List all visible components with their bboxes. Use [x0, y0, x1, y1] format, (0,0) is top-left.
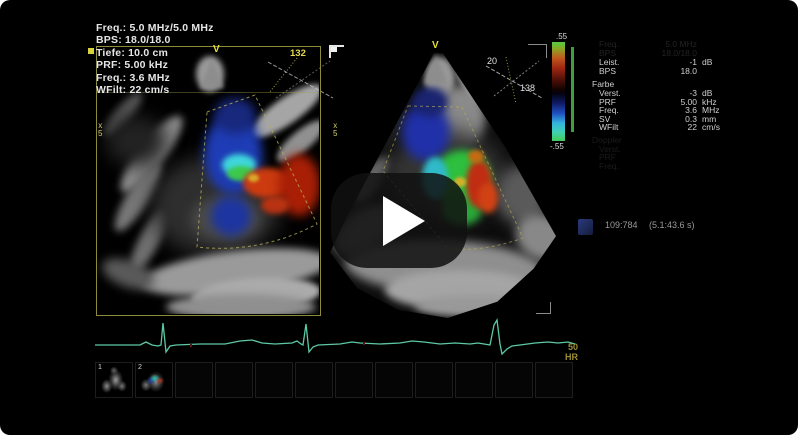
- param-row-dim: Verst.: [592, 145, 752, 154]
- param-label: BPS: [592, 49, 647, 58]
- tissue-blob: [415, 295, 535, 317]
- depth-marker-value: 5: [98, 130, 102, 138]
- active-image-indicator: [88, 48, 94, 54]
- right-orientation-marker: V: [432, 40, 439, 51]
- right-caliper-line-yellow: [506, 57, 516, 104]
- orientation-flag-icon: [329, 45, 344, 58]
- thumbnail-number: 1: [98, 364, 102, 371]
- right-image-corner-bracket-top: [528, 44, 547, 58]
- empty-clip-slot: [495, 362, 533, 398]
- param-row-leist: Leist. -1 dB: [592, 58, 752, 67]
- frame-counter: 109:784: [605, 220, 638, 230]
- depth-marker-value: 5: [333, 130, 337, 138]
- left-caliper-label: 132: [290, 48, 306, 59]
- clip-time-range: (5.1:43.6 s): [649, 220, 695, 230]
- param-value: [647, 145, 697, 154]
- param-value: 18.0/18.0: [647, 49, 697, 58]
- param-value: 22: [647, 123, 697, 132]
- left-orientation-marker: V: [213, 44, 220, 55]
- ecg-marker-tick: [190, 344, 192, 347]
- param-row-wfilt: WFilt 22 cm/s: [592, 123, 752, 132]
- param-row-freq: Freq. 3.6 MHz: [592, 106, 752, 115]
- doppler-flow-orange: [468, 150, 484, 163]
- hr-label: HR: [556, 352, 578, 362]
- gain-bar: [571, 47, 574, 132]
- colorbar-min-label: -.55: [550, 142, 564, 151]
- empty-clip-slot: [375, 362, 413, 398]
- colorbar-max-label: .55: [556, 32, 567, 41]
- play-button[interactable]: [331, 173, 467, 268]
- empty-clip-slot: [215, 362, 253, 398]
- empty-clip-slot: [175, 362, 213, 398]
- param-row-verst: Verst. -3 dB: [592, 89, 752, 98]
- param-line-bps: BPS: 18.0/18.0: [96, 34, 214, 46]
- param-unit: dB: [697, 58, 712, 67]
- param-row-dim: Freq.: [592, 162, 752, 171]
- right-caliper-label-a: 20: [487, 56, 497, 66]
- left-parameter-block: Freq.: 5.0 MHz/5.0 MHz BPS: 18.0/18.0 Ti…: [96, 22, 214, 96]
- empty-clip-slot: [255, 362, 293, 398]
- clip-thumbnail-2[interactable]: 2: [135, 362, 173, 398]
- right-caliper-label-b: 138: [520, 83, 535, 93]
- param-value: [647, 162, 697, 171]
- empty-clip-slot: [335, 362, 373, 398]
- param-row-bps: BPS 18.0: [592, 67, 752, 76]
- doppler-colorbar: [552, 42, 565, 141]
- param-label: Freq.: [592, 162, 647, 171]
- right-depth-marker: x 5: [333, 122, 337, 138]
- empty-clip-slot: [415, 362, 453, 398]
- ecg-waveform: [95, 320, 575, 354]
- empty-clip-slot: [455, 362, 493, 398]
- empty-clip-slot: [295, 362, 333, 398]
- param-unit: [697, 40, 702, 49]
- param-line-freq: Freq.: 5.0 MHz/5.0 MHz: [96, 22, 214, 34]
- right-sector-apex: [424, 54, 448, 84]
- param-label: BPS: [592, 67, 647, 76]
- param-label: WFilt: [592, 123, 647, 132]
- ultrasound-video-frame: Freq.: 5.0 MHz/5.0 MHz BPS: 18.0/18.0 Ti…: [0, 0, 798, 435]
- hr-value: 50: [558, 342, 578, 352]
- doppler-flow-red: [478, 183, 498, 213]
- left-depth-marker: x 5: [98, 122, 102, 138]
- thumbnail-number: 2: [138, 364, 142, 371]
- param-value: [647, 153, 697, 162]
- param-line-wfilt: WFilt: 22 cm/s: [96, 84, 214, 96]
- clip-thumbnail-icon: [578, 219, 593, 235]
- param-line-prf: PRF: 5.00 kHz: [96, 59, 214, 71]
- right-parameter-panel: Freq. 5.0 MHz BPS 18.0/18.0 Leist. -1 dB…: [592, 40, 752, 170]
- play-icon: [383, 196, 425, 246]
- param-unit: [697, 49, 702, 58]
- param-unit: [697, 67, 702, 76]
- clip-thumbnail-1[interactable]: 1: [95, 362, 133, 398]
- param-line-freq2: Freq.: 3.6 MHz: [96, 72, 214, 84]
- doppler-flow-blue: [412, 87, 448, 117]
- empty-clip-slot: [535, 362, 573, 398]
- param-value: 18.0: [647, 67, 697, 76]
- param-line-tiefe: Tiefe: 10.0 cm: [96, 47, 214, 59]
- clip-filmstrip: 1 2: [95, 362, 576, 400]
- param-row-dim: BPS 18.0/18.0: [592, 49, 752, 58]
- right-image-corner-bracket-bottom: [536, 302, 551, 314]
- ecg-marker-tick: [363, 342, 365, 345]
- param-unit: cm/s: [697, 123, 720, 132]
- right-caliper-line: [486, 66, 542, 98]
